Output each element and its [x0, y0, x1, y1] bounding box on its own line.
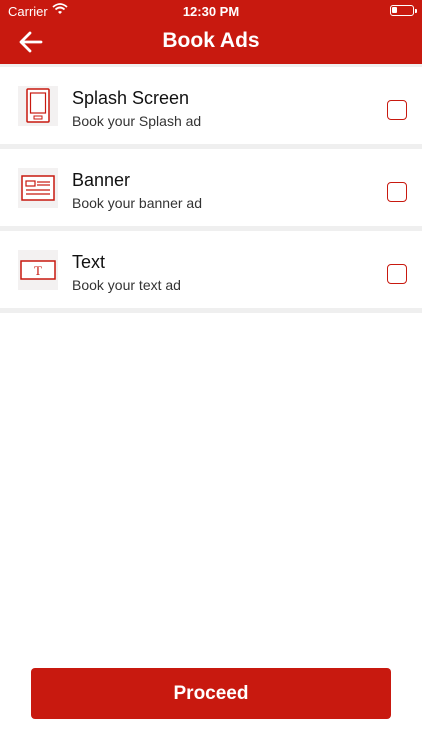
status-time: 12:30 PM — [182, 4, 240, 19]
ad-option-title: Banner — [72, 170, 131, 190]
text-ad-glyph: T — [34, 263, 42, 278]
tablet-icon — [18, 86, 58, 126]
ad-option-subtitle: Book your Splash ad — [72, 113, 202, 129]
ad-option-title: Text — [72, 252, 106, 272]
ad-option-text[interactable]: T Text Book your text ad — [0, 231, 422, 308]
text-checkbox[interactable] — [387, 264, 407, 284]
banner-checkbox[interactable] — [387, 182, 407, 202]
ad-option-subtitle: Book your text ad — [72, 277, 181, 293]
ad-option-title: Splash Screen — [72, 88, 190, 108]
splash-checkbox[interactable] — [387, 100, 407, 120]
ad-option-banner[interactable]: Banner Book your banner ad — [0, 149, 422, 226]
ad-option-subtitle: Book your banner ad — [72, 195, 202, 211]
text-ad-icon: T — [18, 250, 58, 290]
ad-option-splash[interactable]: Splash Screen Book your Splash ad — [0, 67, 422, 144]
divider — [0, 308, 422, 313]
status-bar: Carrier 12:30 PM — [0, 0, 422, 22]
proceed-button[interactable]: Proceed — [31, 668, 391, 719]
ad-options-list: Splash Screen Book your Splash ad Banner… — [0, 64, 422, 313]
app-header: Carrier 12:30 PM Book Ads — [0, 0, 422, 64]
banner-icon — [18, 168, 58, 208]
battery-icon — [390, 5, 417, 16]
page-title: Book Ads — [162, 29, 260, 52]
